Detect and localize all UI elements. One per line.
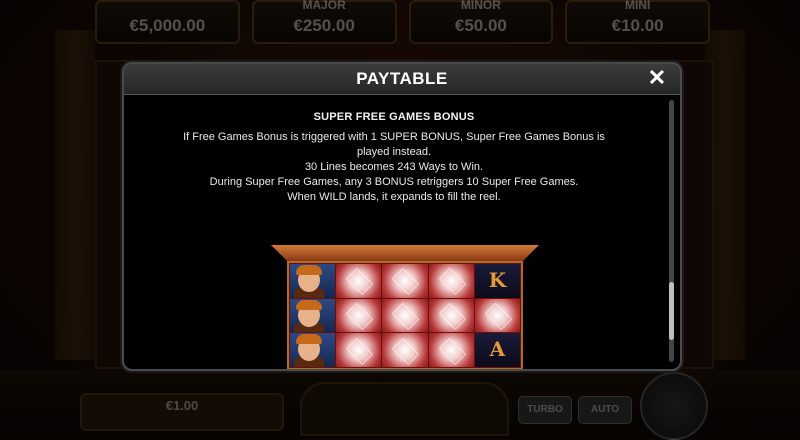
diamond-symbol: [336, 298, 382, 333]
modal-title: PAYTABLE: [356, 69, 448, 88]
scrollbar-thumb[interactable]: [669, 282, 674, 340]
bonus-description: If Free Games Bonus is triggered with 1 …: [124, 130, 664, 205]
wild-character-symbol: [290, 298, 336, 333]
card-symbol-k: K: [474, 264, 521, 298]
diamond-symbol: [428, 333, 474, 368]
reel-column: [290, 264, 336, 368]
wild-character-symbol: [290, 333, 336, 368]
wild-expand-illustration: KA: [271, 245, 539, 369]
scrollbar[interactable]: [669, 100, 674, 362]
diamond-symbol: [382, 264, 428, 298]
reel-column: [428, 264, 474, 368]
description-line: When WILD lands, it expands to fill the …: [287, 191, 501, 203]
card-letter: A: [489, 337, 506, 362]
paytable-modal: PAYTABLE ✕ SUPER FREE GAMES BONUS If Fre…: [122, 62, 682, 371]
description-line: During Super Free Games, any 3 BONUS ret…: [209, 176, 579, 188]
card-letter: K: [488, 268, 507, 292]
wild-character-symbol: [290, 264, 336, 298]
diamond-symbol: [428, 264, 474, 298]
paytable-content: SUPER FREE GAMES BONUS If Free Games Bon…: [124, 95, 664, 369]
reel-column: [382, 264, 428, 368]
modal-header: PAYTABLE ✕: [124, 64, 680, 95]
reel-column: KA: [474, 264, 521, 368]
diamond-symbol: [382, 298, 428, 333]
description-line: If Free Games Bonus is triggered with 1 …: [183, 131, 605, 143]
reel-frame-top: [271, 245, 539, 261]
description-line: 30 Lines becomes 243 Ways to Win.: [304, 161, 484, 173]
diamond-symbol: [336, 264, 382, 298]
card-symbol-a: A: [474, 333, 521, 368]
close-icon[interactable]: ✕: [646, 67, 668, 89]
description-line: played instead.: [357, 146, 431, 158]
section-title: SUPER FREE GAMES BONUS: [313, 111, 475, 123]
diamond-symbol: [474, 298, 521, 333]
reel-grid: KA: [287, 261, 523, 369]
diamond-symbol: [336, 333, 382, 368]
diamond-symbol: [428, 298, 474, 333]
reel-column: [336, 264, 382, 368]
diamond-symbol: [382, 333, 428, 368]
